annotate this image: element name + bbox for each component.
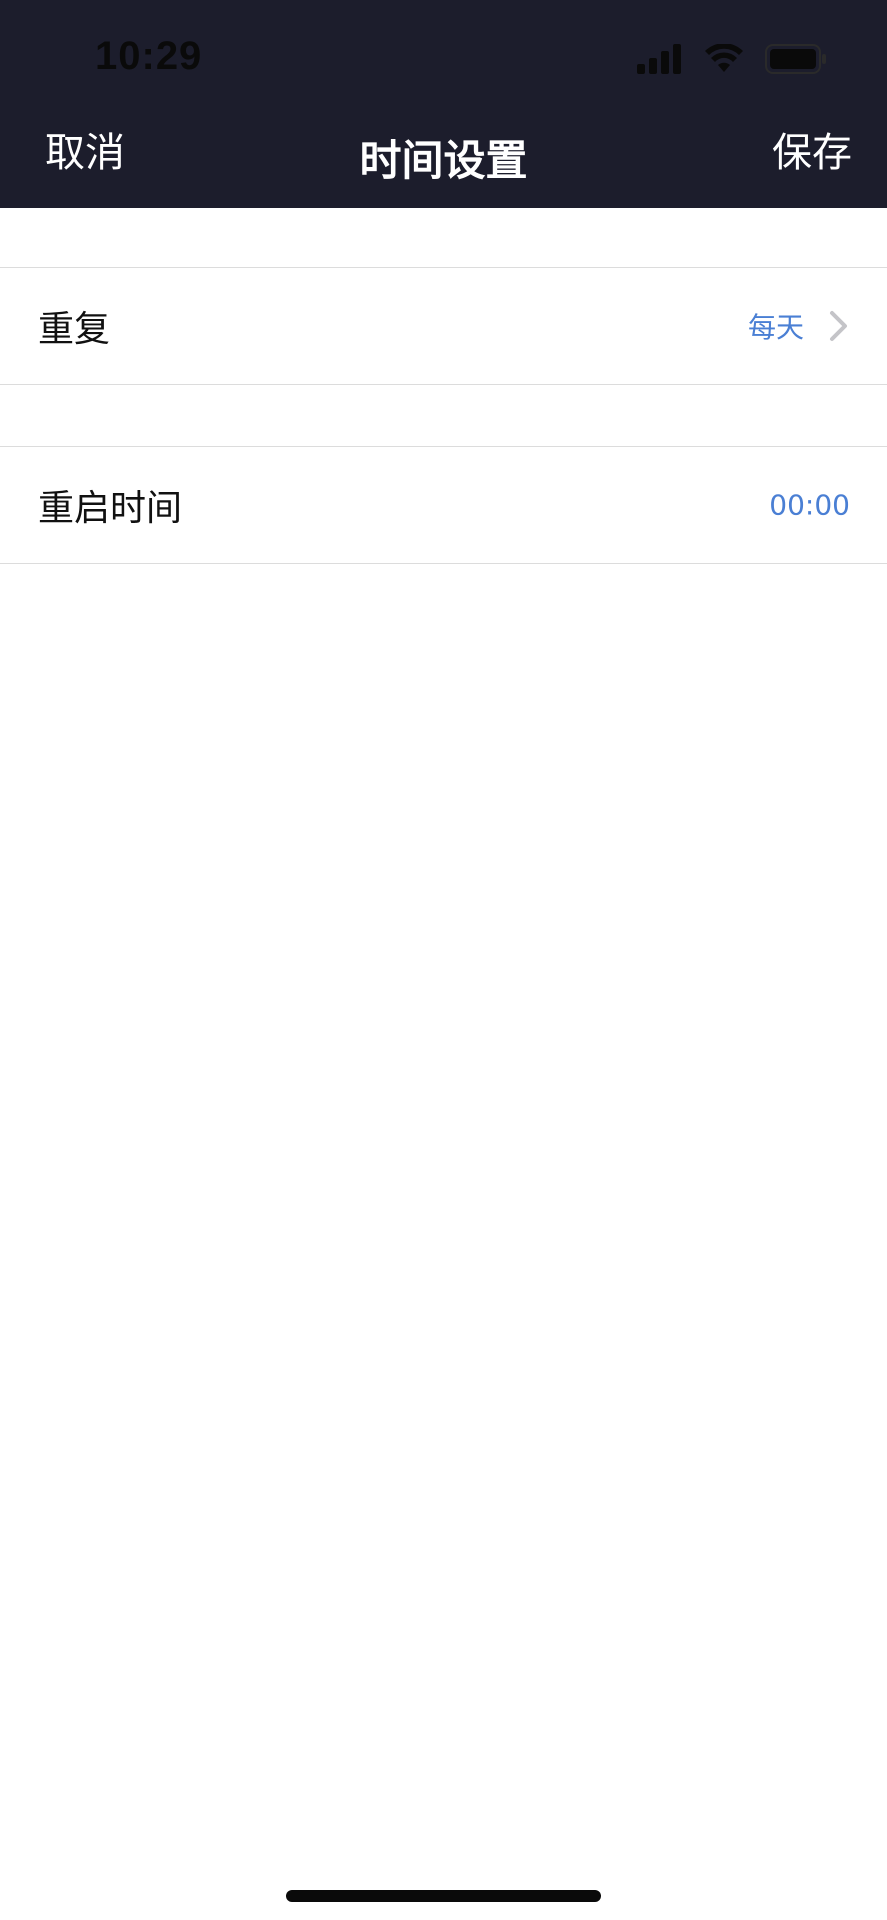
chevron-right-icon bbox=[830, 311, 847, 341]
status-icons bbox=[637, 42, 827, 76]
wifi-icon bbox=[705, 44, 743, 72]
repeat-label: 重复 bbox=[38, 309, 111, 350]
nav-header: 10:29 取消 时间设置 保存 bbox=[0, 0, 887, 208]
save-button[interactable]: 保存 bbox=[772, 120, 852, 178]
signal-icon bbox=[637, 44, 681, 74]
divider bbox=[0, 384, 887, 385]
restart-time-row[interactable]: 重启时间 00:00 bbox=[0, 447, 887, 563]
page-title: 时间设置 bbox=[359, 136, 528, 185]
home-indicator[interactable] bbox=[286, 1890, 601, 1902]
restart-time-value: 00:00 bbox=[769, 488, 850, 522]
battery-icon bbox=[765, 44, 826, 74]
divider bbox=[0, 563, 887, 564]
restart-time-label: 重启时间 bbox=[38, 488, 183, 529]
repeat-value: 每天 bbox=[747, 311, 804, 344]
repeat-row[interactable]: 重复 每天 bbox=[0, 268, 887, 384]
status-time: 10:29 bbox=[95, 34, 203, 78]
